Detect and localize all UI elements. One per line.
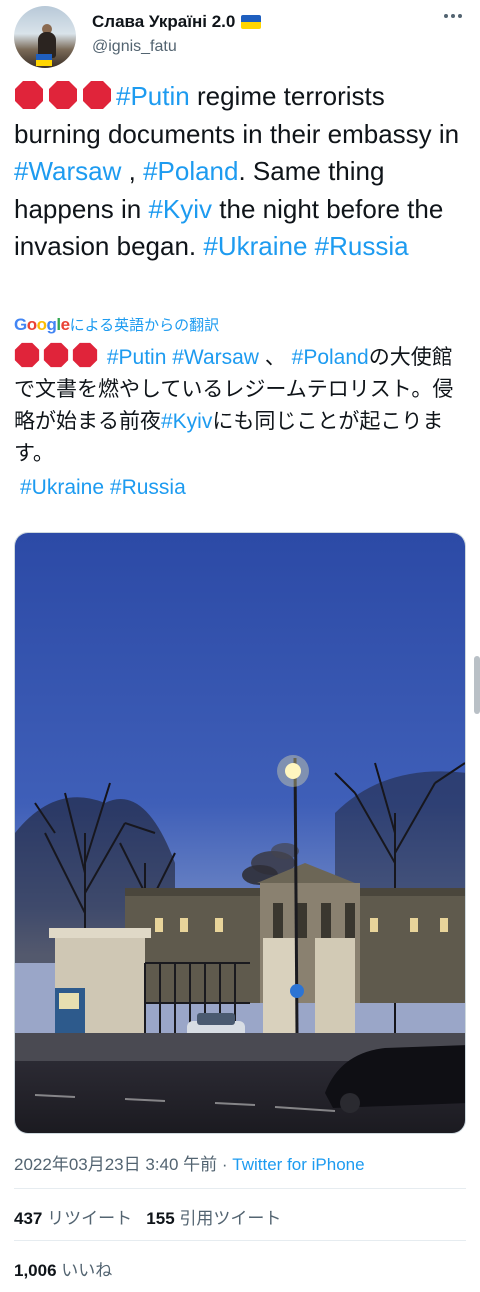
- hashtag-ukraine[interactable]: #Ukraine: [203, 231, 307, 261]
- retweets-stat[interactable]: 437 リツイート: [14, 1209, 132, 1228]
- hashtag-putin[interactable]: #Putin: [116, 81, 190, 111]
- tweet-header: Слава Україні 2.0 @ignis_fatu: [14, 6, 466, 68]
- scrollbar-thumb[interactable]: [474, 656, 480, 714]
- translated-by-google[interactable]: Googleによる英語からの翻訳: [14, 314, 219, 335]
- more-options-icon[interactable]: [444, 14, 462, 18]
- tweet-photo[interactable]: [14, 532, 466, 1134]
- hashtag-putin[interactable]: #Putin: [107, 346, 167, 369]
- hashtag-russia[interactable]: #Russia: [315, 231, 409, 261]
- stop-sign-icon: [14, 80, 44, 110]
- google-logo: Google: [14, 315, 70, 334]
- hashtag-russia[interactable]: #Russia: [110, 476, 186, 499]
- translated-hashtags: #Ukraine #Russia: [20, 472, 186, 504]
- divider: [14, 1240, 466, 1241]
- stop-sign-icon: [43, 342, 69, 368]
- avatar[interactable]: [14, 6, 76, 68]
- likes-stat[interactable]: 1,006 いいね: [14, 1256, 112, 1281]
- quote-tweets-stat[interactable]: 155 引用ツイート: [146, 1209, 281, 1228]
- author-handle[interactable]: @ignis_fatu: [92, 38, 261, 56]
- tweet-meta: 2022年03月23日 3:40 午前 · Twitter for iPhone: [14, 1155, 365, 1174]
- hashtag-warsaw[interactable]: #Warsaw: [172, 346, 259, 369]
- hashtag-poland[interactable]: #Poland: [143, 156, 238, 186]
- stop-sign-icon: [14, 342, 40, 368]
- author-names: Слава Україні 2.0 @ignis_fatu: [92, 12, 262, 56]
- hashtag-kyiv[interactable]: #Kyiv: [161, 410, 212, 433]
- stop-sign-icon: [48, 80, 78, 110]
- tweet-text: #Putin regime terrorists burning documen…: [14, 80, 460, 261]
- ukraine-flag-icon: [241, 15, 262, 29]
- hashtag-poland[interactable]: #Poland: [292, 346, 369, 369]
- divider: [14, 1188, 466, 1189]
- engagement-stats: 437 リツイート 155 引用ツイート: [14, 1204, 281, 1229]
- stop-sign-icon: [72, 342, 98, 368]
- stop-sign-icon: [82, 80, 112, 110]
- hashtag-warsaw[interactable]: #Warsaw: [14, 156, 121, 186]
- hashtag-kyiv[interactable]: #Kyiv: [148, 194, 212, 224]
- source-link[interactable]: Twitter for iPhone: [232, 1155, 364, 1174]
- translated-text: #Putin #Warsaw 、 #Polandの大使館で文書を燃やしているレジ…: [14, 342, 466, 470]
- timestamp[interactable]: 2022年03月23日 3:40 午前: [14, 1155, 217, 1174]
- hashtag-ukraine[interactable]: #Ukraine: [20, 476, 104, 499]
- author-display-name[interactable]: Слава Україні 2.0: [92, 12, 262, 32]
